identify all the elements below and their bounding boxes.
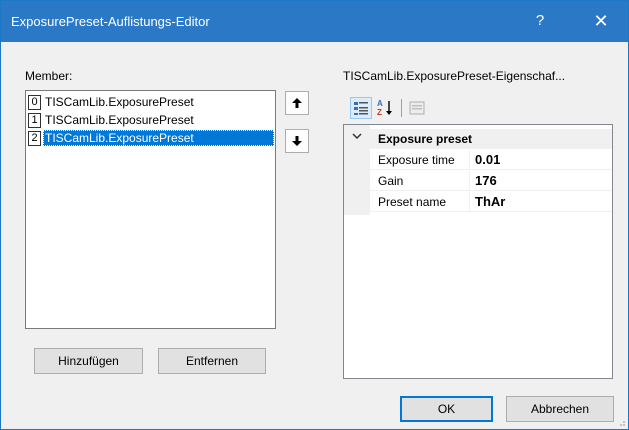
arrow-down-icon <box>292 136 302 146</box>
categorized-button[interactable] <box>350 97 372 119</box>
list-item-label: TISCamLib.ExposurePreset <box>45 113 194 127</box>
property-row[interactable]: Preset name ThAr <box>370 192 612 212</box>
ok-button[interactable]: OK <box>400 396 493 422</box>
list-item-index: 1 <box>28 113 41 128</box>
list-item-index: 0 <box>28 95 41 110</box>
property-name: Gain <box>378 174 404 188</box>
list-item-index: 2 <box>28 131 41 146</box>
category-header[interactable]: Exposure preset <box>344 129 612 149</box>
property-value[interactable]: 176 <box>475 173 497 188</box>
help-button[interactable]: ? <box>525 9 555 33</box>
window-title: ExposurePreset-Auflistungs-Editor <box>11 14 210 29</box>
property-grid[interactable]: Exposure preset Exposure time 0.01 Gain … <box>343 124 613 379</box>
members-list[interactable]: 0 TISCamLib.ExposurePreset 1 TISCamLib.E… <box>25 90 276 329</box>
members-label: Member: <box>25 69 73 83</box>
move-up-button[interactable] <box>285 91 309 115</box>
chevron-down-icon[interactable] <box>352 131 362 144</box>
column-divider <box>469 171 470 191</box>
svg-text:A: A <box>377 99 383 108</box>
list-item[interactable]: 1 TISCamLib.ExposurePreset <box>27 112 274 128</box>
property-pages-button[interactable] <box>406 97 428 119</box>
column-divider <box>469 192 470 212</box>
alphabetical-button[interactable]: A Z <box>375 97 397 119</box>
category-title: Exposure preset <box>378 132 473 146</box>
sort-alphabetical-icon: A Z <box>377 99 392 117</box>
column-divider <box>469 150 470 170</box>
close-button[interactable]: ✕ <box>581 7 621 35</box>
property-row[interactable]: Gain 176 <box>370 171 612 191</box>
remove-button[interactable]: Entfernen <box>158 348 266 374</box>
property-name: Exposure time <box>378 153 455 167</box>
list-item-label: TISCamLib.ExposurePreset <box>45 131 194 145</box>
svg-text:Z: Z <box>377 108 382 117</box>
categorized-icon <box>354 102 368 115</box>
list-item[interactable]: 0 TISCamLib.ExposurePreset <box>27 94 274 110</box>
properties-label: TISCamLib.ExposurePreset-Eigenschaf... <box>343 69 566 83</box>
cancel-button[interactable]: Abbrechen <box>506 396 614 422</box>
property-name: Preset name <box>378 195 447 209</box>
property-pages-icon <box>409 101 425 115</box>
list-item-label: TISCamLib.ExposurePreset <box>45 95 194 109</box>
property-value[interactable]: 0.01 <box>475 152 500 167</box>
add-button[interactable]: Hinzufügen <box>34 348 143 374</box>
move-down-button[interactable] <box>285 129 309 153</box>
property-row[interactable]: Exposure time 0.01 <box>370 150 612 170</box>
resize-grip-icon[interactable] <box>616 417 626 427</box>
list-item-selected[interactable]: 2 TISCamLib.ExposurePreset <box>27 130 274 146</box>
property-value[interactable]: ThAr <box>475 194 505 209</box>
title-bar[interactable]: ExposurePreset-Auflistungs-Editor ? ✕ <box>1 1 628 42</box>
collection-editor-dialog: ExposurePreset-Auflistungs-Editor ? ✕ Me… <box>0 0 629 430</box>
toolbar-separator <box>401 99 402 117</box>
arrow-up-icon <box>292 98 302 108</box>
